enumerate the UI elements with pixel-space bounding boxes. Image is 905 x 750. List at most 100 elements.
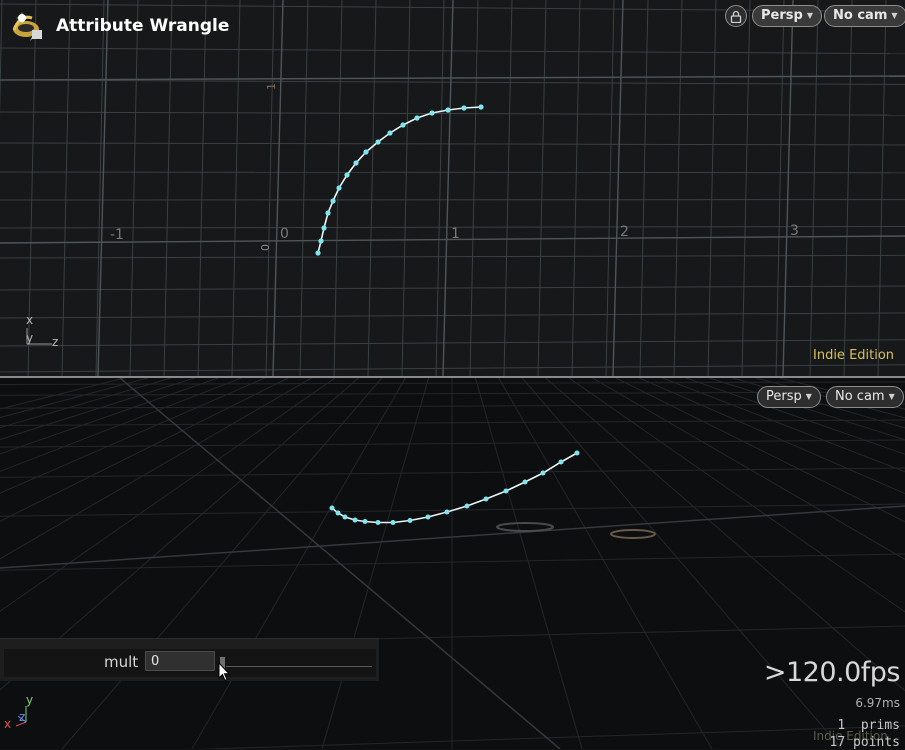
lock-icon	[730, 10, 742, 23]
grid-line	[499, 378, 712, 749]
grid-line	[0, 143, 905, 145]
axis-gizmo-x-label: x	[4, 717, 11, 731]
grid-line	[592, 378, 905, 749]
grid-line	[164, 0, 172, 376]
grid-line	[0, 378, 335, 749]
grid-line	[606, 0, 614, 376]
axis-gizmo-y-label: y	[26, 693, 33, 707]
grid-line	[546, 378, 905, 749]
grid-line	[0, 76, 905, 80]
grid-line	[300, 0, 308, 376]
tick-label-y-0: 0	[259, 244, 272, 251]
chevron-down-icon: ▼	[891, 5, 897, 27]
curve-point	[336, 511, 341, 516]
grid-line	[436, 0, 444, 376]
parameter-panel: mult	[0, 638, 379, 681]
grid-line	[616, 378, 905, 749]
top-viewport-scene	[0, 0, 905, 376]
grid-line	[686, 378, 905, 749]
mult-input[interactable]	[145, 651, 215, 671]
grid-line	[130, 0, 138, 376]
grid-line	[538, 0, 546, 376]
curve-point	[461, 105, 466, 110]
grid-line	[878, 0, 886, 376]
curve-point	[330, 506, 335, 511]
camera-mode-dropdown[interactable]: Persp ▼	[752, 5, 822, 27]
axis-gizmo-z-label: z	[19, 710, 25, 724]
curve-point	[363, 519, 368, 524]
curve-geometry	[330, 451, 580, 526]
grid-line	[266, 0, 274, 376]
camera-select-dropdown[interactable]: No cam ▼	[826, 386, 904, 408]
chevron-down-icon: ▼	[889, 386, 895, 408]
curve-point	[336, 185, 341, 190]
grid-line	[572, 0, 580, 376]
curve-line	[332, 453, 577, 523]
curve-point	[541, 471, 546, 476]
grid-line	[470, 0, 478, 376]
grid-line	[475, 378, 582, 749]
top-viewport[interactable]: -1 0 1 2 3 1 0 x y z Attribute Wrangle P…	[0, 0, 905, 376]
prims-count: 1 prims	[837, 718, 900, 733]
camera-select-label: No cam	[833, 5, 887, 27]
grid-line	[639, 378, 905, 749]
lock-camera-button[interactable]	[725, 5, 747, 27]
tick-label-x-1: 1	[451, 226, 460, 242]
tick-label-x-2: 2	[620, 224, 629, 240]
grid-line	[0, 340, 905, 346]
curve-point	[408, 518, 413, 523]
mult-slider-track[interactable]	[226, 666, 372, 667]
grid-line	[0, 313, 905, 318]
bottom-viewport[interactable]: Persp ▼ No cam ▼ y x z	[0, 378, 905, 749]
tick-label-x-3: 3	[790, 223, 799, 239]
curve-point	[387, 130, 392, 135]
edition-label: Indie Edition	[813, 348, 894, 363]
grid-line	[756, 378, 905, 749]
curve-point	[429, 110, 434, 115]
grid-line	[0, 172, 905, 173]
tick-label-y-1: 1	[265, 83, 278, 90]
ground-marker	[611, 530, 655, 538]
grid-line	[613, 0, 623, 376]
grid-line	[62, 378, 382, 749]
frame-time-readout: 6.97ms	[855, 696, 900, 710]
curve-point	[523, 480, 528, 485]
grid-line	[569, 378, 905, 749]
curve-point	[376, 520, 381, 525]
bottom-viewport-scene	[0, 378, 905, 749]
grid-line	[504, 0, 512, 376]
grid-line	[742, 0, 750, 376]
grid-line	[783, 0, 793, 376]
parameter-row: mult	[4, 649, 376, 677]
grid-line	[663, 378, 905, 749]
grid-line	[0, 378, 265, 749]
curve-point	[315, 250, 320, 255]
curve-point	[353, 160, 358, 165]
fps-readout: >120.0fps	[764, 657, 900, 688]
camera-select-dropdown[interactable]: No cam ▼	[824, 5, 905, 27]
camera-select-label: No cam	[835, 386, 885, 408]
axis-gizmo-z-label: z	[52, 335, 58, 349]
grid-line	[368, 0, 376, 376]
camera-mode-dropdown[interactable]: Persp ▼	[757, 386, 821, 408]
curve-point	[375, 139, 380, 144]
grid-line	[402, 0, 410, 376]
curve-point	[484, 497, 489, 502]
curve-point	[575, 451, 580, 456]
curve-point	[504, 489, 509, 494]
grid-line	[273, 0, 283, 376]
grid-line	[0, 48, 905, 54]
mult-label: mult	[104, 653, 138, 671]
grid-line	[776, 0, 784, 376]
grid-line	[0, 378, 312, 749]
axis-gizmo-y-label: y	[26, 331, 33, 345]
mouse-cursor-icon	[218, 662, 232, 684]
axis-gizmo-x-label: x	[26, 313, 33, 327]
chevron-down-icon: ▼	[806, 386, 812, 408]
grid-line	[810, 0, 818, 376]
curve-point	[559, 460, 564, 465]
curve-point	[344, 172, 349, 177]
curve-point	[391, 520, 396, 525]
curve-point	[330, 198, 335, 203]
curve-point	[321, 225, 326, 230]
